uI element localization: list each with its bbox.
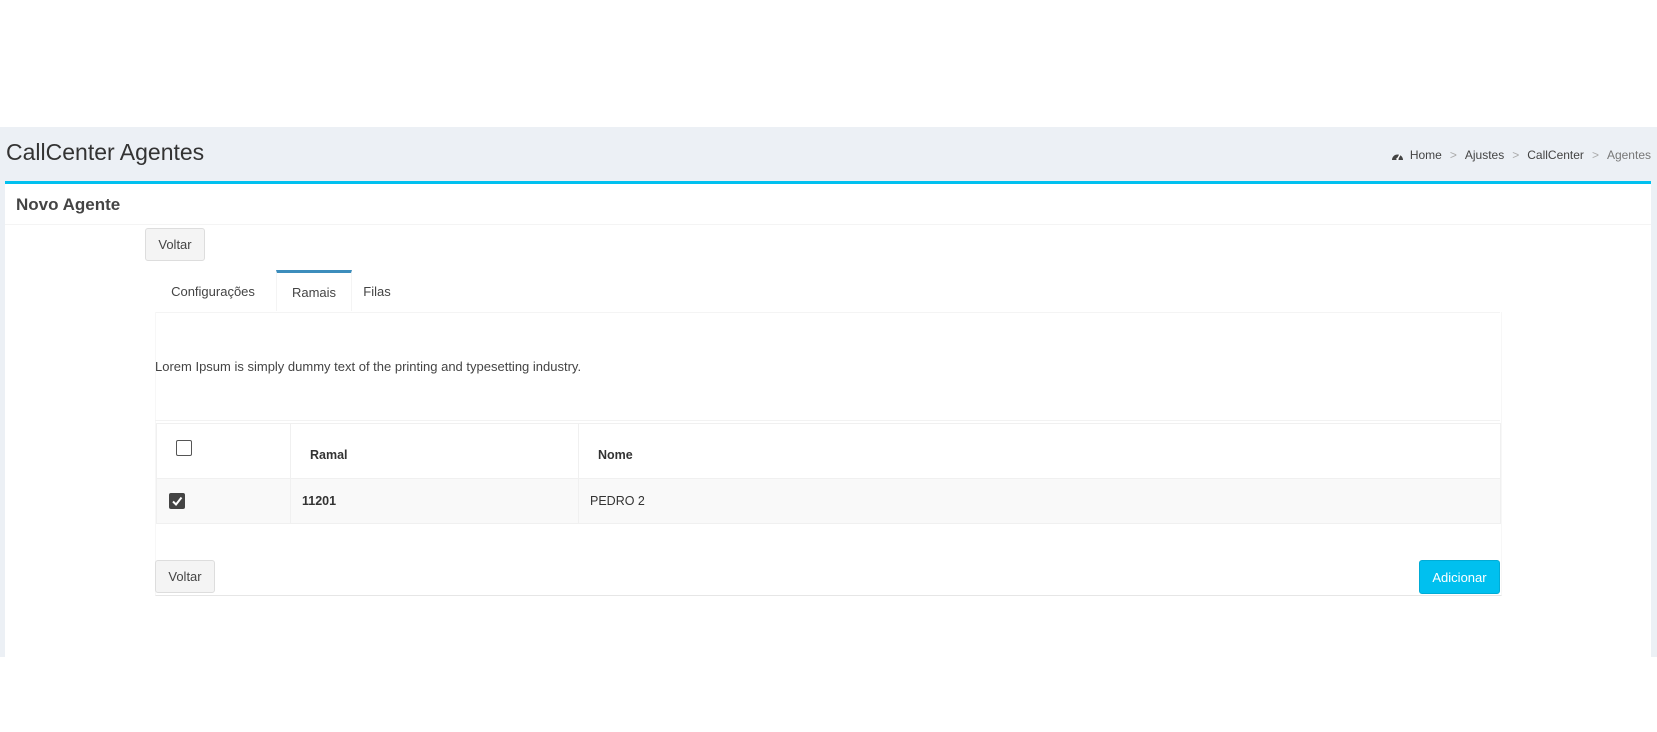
tab-ramais[interactable]: Ramais: [276, 270, 352, 311]
select-all-checkbox[interactable]: [176, 439, 192, 456]
voltar-button-top[interactable]: Voltar: [145, 228, 205, 261]
cell-nome: PEDRO 2: [578, 478, 1501, 524]
column-header-ramal[interactable]: Ramal: [290, 423, 579, 479]
cell-ramal: 11201: [290, 478, 579, 524]
tab-filas[interactable]: Filas: [352, 271, 402, 311]
breadcrumb-current: Agentes: [1606, 148, 1651, 162]
dashboard-gauge-icon: [1391, 150, 1404, 161]
breadcrumb-home-link[interactable]: Home: [1410, 148, 1442, 162]
breadcrumb-callcenter-link[interactable]: CallCenter: [1527, 148, 1584, 162]
box-title: Novo Agente: [16, 195, 121, 214]
adicionar-button[interactable]: Adicionar: [1419, 560, 1500, 594]
box-header: Novo Agente: [5, 184, 1651, 225]
breadcrumb-separator: >: [1449, 148, 1457, 162]
content-wrapper: CallCenter Agentes Home > Ajustes > Call…: [0, 127, 1657, 660]
row-checkbox-checked[interactable]: [169, 493, 185, 509]
breadcrumb-ajustes-link[interactable]: Ajustes: [1465, 148, 1504, 162]
divider: [155, 420, 1500, 421]
novo-agente-box: Novo Agente Voltar Configurações Ramais …: [5, 181, 1651, 660]
table-header-row: Ramal Nome: [156, 423, 1501, 479]
column-header-nome[interactable]: Nome: [578, 423, 1501, 479]
ramais-table: Ramal Nome 11201 PEDRO 2: [156, 423, 1501, 524]
row-select-cell: [156, 478, 291, 524]
voltar-button-bottom[interactable]: Voltar: [155, 560, 215, 593]
checkmark-icon: [172, 496, 183, 507]
breadcrumb-separator: >: [1591, 148, 1599, 162]
table-row[interactable]: 11201 PEDRO 2: [156, 478, 1501, 524]
tab-bar: Configurações Ramais Filas: [155, 270, 1500, 313]
tab-configuracoes[interactable]: Configurações: [155, 271, 271, 311]
breadcrumb: Home > Ajustes > CallCenter > Agentes: [1391, 148, 1651, 162]
select-all-cell: [156, 423, 291, 479]
breadcrumb-separator: >: [1512, 148, 1520, 162]
tab-description: Lorem Ipsum is simply dummy text of the …: [155, 359, 582, 374]
page-title: CallCenter Agentes: [6, 139, 205, 165]
